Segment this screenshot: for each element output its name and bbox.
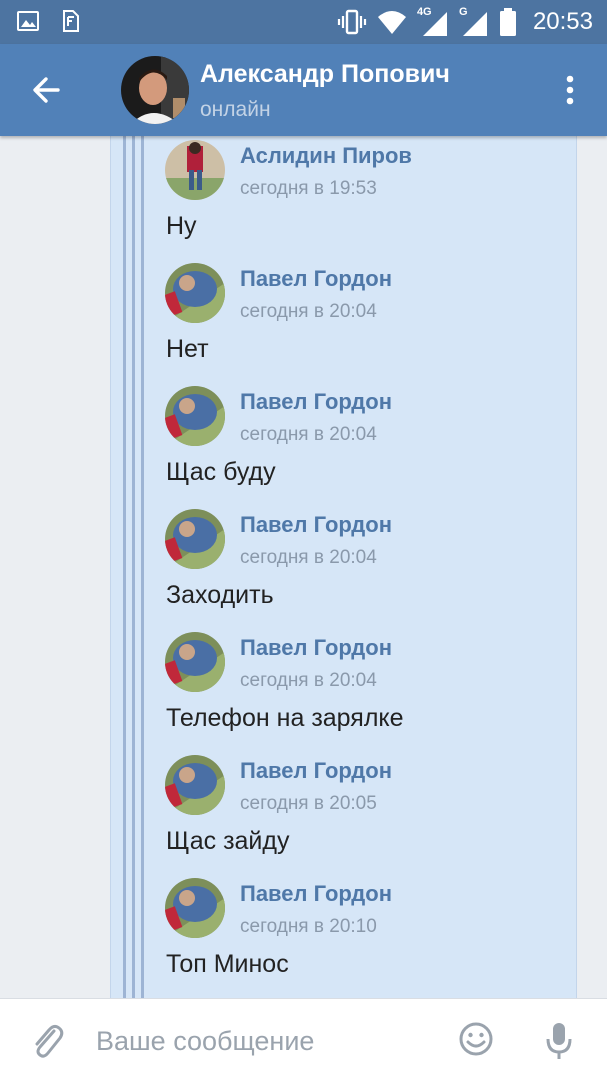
message-text: Телефон на зарялке (166, 704, 404, 732)
sim-card-icon (63, 10, 79, 32)
message-time: сегодня в 20:10 (240, 916, 377, 937)
author-avatar[interactable] (165, 632, 225, 692)
message-time: сегодня в 20:04 (240, 301, 377, 322)
message-time: сегодня в 20:05 (240, 793, 377, 814)
message-author[interactable]: Павел Гордон (240, 758, 392, 784)
message-text: Топ Минос (166, 950, 289, 978)
message-author[interactable]: Павел Гордон (240, 266, 392, 292)
more-vertical-icon (566, 75, 574, 105)
emoji-button[interactable] (458, 1021, 494, 1057)
chat-header: Александр Попович онлайн (0, 44, 607, 136)
gallery-icon (17, 11, 39, 31)
message-author[interactable]: Павел Гордон (240, 635, 392, 661)
author-avatar[interactable] (165, 386, 225, 446)
forwarded-message[interactable]: Павел Гордон сегодня в 20:10 Топ Минос (165, 874, 565, 997)
message-author[interactable]: Аслидин Пиров (240, 143, 412, 169)
message-time: сегодня в 19:53 (240, 178, 377, 199)
wifi-icon (377, 11, 406, 34)
signal-4g-icon: 4G (417, 6, 449, 38)
smiley-icon (459, 1022, 493, 1056)
attach-button[interactable] (30, 1021, 66, 1061)
author-avatar[interactable] (165, 140, 225, 200)
message-author[interactable]: Павел Гордон (240, 512, 392, 538)
message-time: сегодня в 20:04 (240, 670, 377, 691)
clock: 20:53 (532, 8, 593, 35)
forwarded-message[interactable]: Павел Гордон сегодня в 20:04 Щас буду (165, 382, 565, 505)
voice-message-button[interactable] (545, 1021, 573, 1061)
arrow-left-icon (33, 77, 60, 103)
vibrate-icon (337, 9, 367, 35)
author-avatar[interactable] (165, 263, 225, 323)
paperclip-icon (35, 1024, 64, 1058)
contact-name[interactable]: Александр Попович (200, 60, 450, 89)
forward-indent-line (123, 136, 126, 998)
forward-indent-line (141, 136, 144, 998)
message-time: сегодня в 20:04 (240, 547, 377, 568)
forwarded-message[interactable]: Павел Гордон сегодня в 20:04 Телефон на … (165, 628, 565, 751)
message-composer (0, 998, 607, 1080)
author-avatar[interactable] (165, 509, 225, 569)
author-avatar[interactable] (165, 755, 225, 815)
message-time: сегодня в 20:04 (240, 424, 377, 445)
signal-g-icon: G (459, 6, 489, 38)
message-text: Ну (166, 212, 197, 240)
status-bar: 4G G 20:53 (0, 0, 607, 44)
message-text: Нет (166, 335, 209, 363)
author-avatar[interactable] (165, 878, 225, 938)
message-text: Щас буду (166, 458, 276, 486)
forwarded-message[interactable]: Павел Гордон сегодня в 20:04 Нет (165, 259, 565, 382)
forward-indent-line (132, 136, 135, 998)
forwarded-message[interactable]: Аслидин Пиров сегодня в 19:53 Ну (165, 136, 565, 259)
forwarded-message[interactable]: Павел Гордон сегодня в 20:04 Заходить (165, 505, 565, 628)
message-input[interactable] (96, 1019, 436, 1063)
forwarded-message[interactable]: Павел Гордон сегодня в 20:05 Щас зайду (165, 751, 565, 874)
message-text: Щас зайду (166, 827, 290, 855)
battery-icon (499, 8, 516, 36)
contact-online-status: онлайн (200, 98, 271, 121)
message-list[interactable]: Аслидин Пиров сегодня в 19:53 Ну Павел Г… (0, 136, 607, 998)
more-menu-button[interactable] (552, 68, 588, 112)
microphone-icon (546, 1023, 572, 1059)
contact-avatar[interactable] (121, 56, 189, 124)
message-author[interactable]: Павел Гордон (240, 389, 392, 415)
message-text: Заходить (166, 581, 274, 609)
back-button[interactable] (24, 68, 68, 112)
message-author[interactable]: Павел Гордон (240, 881, 392, 907)
